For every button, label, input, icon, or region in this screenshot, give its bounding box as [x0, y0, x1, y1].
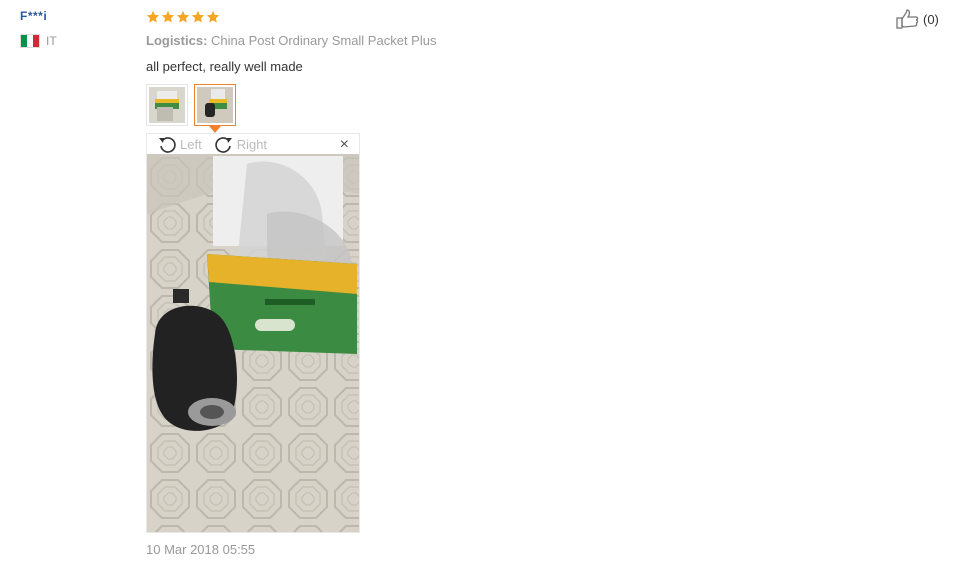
thumbnail-photo: [197, 87, 233, 123]
rotate-left-label: Left: [180, 136, 202, 152]
star-icon: [206, 10, 220, 23]
review-thumbnails: [146, 84, 846, 133]
star-icon: [176, 10, 190, 23]
viewer-toolbar: Left Right ×: [147, 134, 359, 154]
rotate-right-label: Right: [236, 136, 268, 152]
star-icon: [146, 10, 160, 23]
review-body: Logistics: China Post Ordinary Small Pac…: [146, 8, 846, 133]
image-viewer: Left Right ×: [146, 133, 360, 533]
italy-flag-icon: [20, 34, 40, 48]
rotate-right-button[interactable]: Right: [214, 135, 267, 153]
review-photo: [147, 154, 359, 532]
logistics-info: Logistics: China Post Ordinary Small Pac…: [146, 33, 846, 48]
star-icon: [161, 10, 175, 23]
review-thumbnail-active[interactable]: [194, 84, 236, 133]
logistics-label: Logistics:: [146, 33, 208, 48]
review-date: 10 Mar 2018 05:55: [146, 542, 256, 557]
rotate-right-icon: [215, 137, 232, 153]
thumbnail-photo: [149, 87, 185, 123]
reviewer-info: F***i IT: [20, 9, 130, 48]
review-text: all perfect, really well made: [146, 59, 303, 74]
logistics-value: China Post Ordinary Small Packet Plus: [211, 33, 437, 48]
country-code: IT: [46, 34, 57, 48]
close-icon[interactable]: ×: [340, 136, 349, 154]
review-thumbnail[interactable]: [146, 84, 188, 126]
helpful-count: (0): [923, 11, 939, 27]
rotate-left-icon: [159, 137, 176, 153]
reviewer-country: IT: [20, 34, 130, 48]
star-icon: [191, 10, 205, 23]
helpful-button[interactable]: (0): [896, 9, 939, 29]
active-thumbnail-pointer: [209, 126, 221, 133]
star-rating: [146, 8, 846, 26]
reviewer-name[interactable]: F***i: [20, 9, 130, 23]
thumbs-up-icon: [896, 9, 919, 29]
rotate-left-button[interactable]: Left: [157, 135, 202, 153]
